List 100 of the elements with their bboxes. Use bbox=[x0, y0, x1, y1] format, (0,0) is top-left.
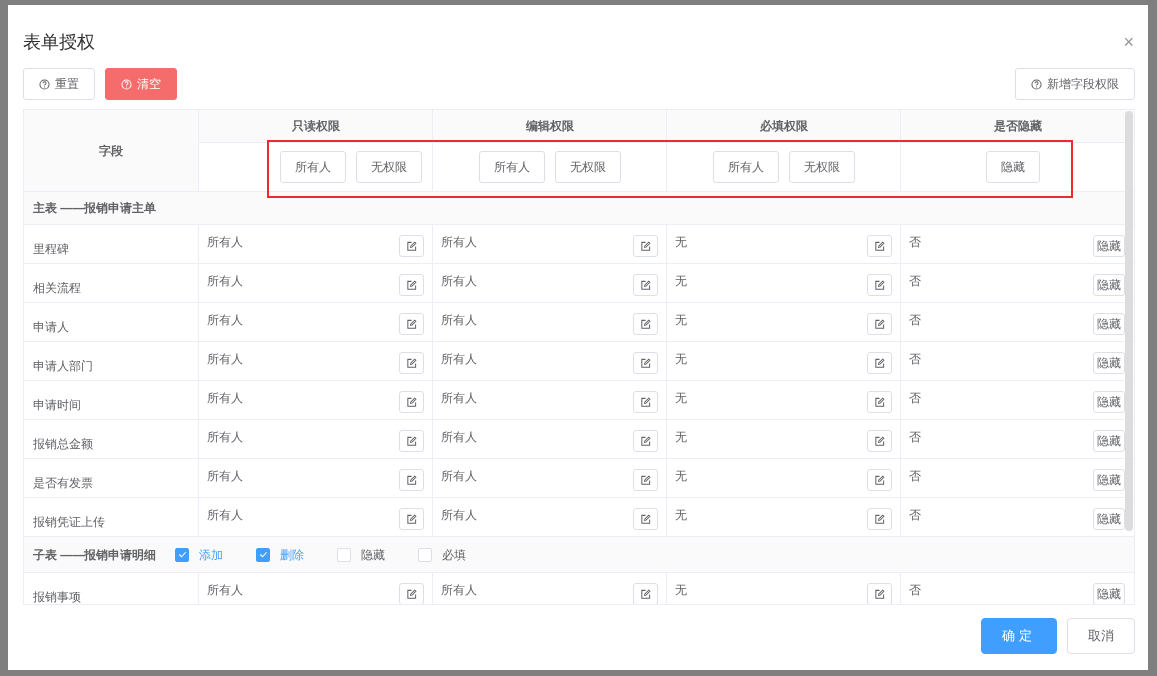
field-name: 申请人 bbox=[33, 320, 69, 334]
edit-button[interactable] bbox=[399, 235, 424, 257]
edit-button[interactable] bbox=[867, 313, 892, 335]
table-cell-text: 所有人 bbox=[207, 507, 243, 524]
edit-button[interactable] bbox=[867, 235, 892, 257]
permission-button[interactable]: 所有人 bbox=[712, 151, 779, 183]
column-header: 是否隐藏 bbox=[993, 118, 1042, 135]
edit-icon bbox=[640, 588, 651, 600]
table-cell-text: 否 bbox=[909, 507, 921, 524]
edit-button[interactable] bbox=[633, 391, 658, 413]
edit-icon bbox=[874, 240, 885, 252]
edit-icon bbox=[874, 588, 885, 600]
edit-icon bbox=[874, 279, 885, 291]
scrollbar[interactable] bbox=[1125, 111, 1133, 531]
hide-button[interactable]: 隐藏 bbox=[1093, 583, 1125, 604]
edit-icon bbox=[874, 513, 885, 525]
edit-button[interactable] bbox=[633, 235, 658, 257]
permission-button[interactable]: 无权限 bbox=[788, 151, 855, 183]
edit-icon bbox=[406, 279, 417, 291]
edit-button[interactable] bbox=[867, 469, 892, 491]
table-cell-text: 所有人 bbox=[207, 351, 243, 368]
permission-button[interactable]: 所有人 bbox=[478, 151, 545, 183]
edit-icon bbox=[406, 588, 417, 600]
hide-button[interactable]: 隐藏 bbox=[1093, 430, 1125, 452]
table-cell-text: 无 bbox=[675, 234, 687, 251]
permission-button[interactable]: 隐藏 bbox=[985, 151, 1040, 183]
table-cell-text: 所有人 bbox=[207, 273, 243, 290]
edit-button[interactable] bbox=[633, 352, 658, 374]
hide-button[interactable]: 隐藏 bbox=[1093, 469, 1125, 491]
edit-button[interactable] bbox=[399, 583, 424, 604]
edit-icon bbox=[640, 474, 651, 486]
checkbox-option[interactable]: 隐藏 bbox=[337, 545, 386, 564]
hide-button[interactable]: 隐藏 bbox=[1093, 235, 1125, 257]
table-cell-text: 无 bbox=[675, 273, 687, 290]
edit-button[interactable] bbox=[399, 352, 424, 374]
toolbar-button[interactable]: 重置 bbox=[23, 68, 95, 100]
check-icon bbox=[177, 550, 187, 559]
edit-button[interactable] bbox=[633, 274, 658, 296]
table-cell-text: 所有人 bbox=[207, 468, 243, 485]
hide-button[interactable]: 隐藏 bbox=[1093, 352, 1125, 374]
edit-icon bbox=[640, 240, 651, 252]
table-cell-text: 否 bbox=[909, 582, 921, 599]
edit-icon bbox=[874, 396, 885, 408]
edit-button[interactable] bbox=[867, 274, 892, 296]
edit-button[interactable] bbox=[867, 583, 892, 604]
edit-icon bbox=[640, 396, 651, 408]
footer-button[interactable]: 取消 bbox=[1067, 618, 1135, 654]
field-name: 申请时间 bbox=[33, 398, 81, 412]
edit-button[interactable] bbox=[399, 430, 424, 452]
edit-button[interactable] bbox=[399, 469, 424, 491]
edit-button[interactable] bbox=[867, 391, 892, 413]
edit-button[interactable] bbox=[867, 352, 892, 374]
help-icon bbox=[1031, 78, 1042, 90]
edit-button[interactable] bbox=[633, 469, 658, 491]
table-cell-text: 否 bbox=[909, 390, 921, 407]
edit-icon bbox=[874, 357, 885, 369]
dialog-title: 表单授权 bbox=[23, 30, 95, 54]
hide-button[interactable]: 隐藏 bbox=[1093, 274, 1125, 296]
permission-button[interactable]: 无权限 bbox=[554, 151, 621, 183]
checkbox[interactable] bbox=[256, 547, 271, 562]
table-cell-text: 所有人 bbox=[441, 468, 477, 485]
checkbox-option[interactable]: 必填 bbox=[418, 545, 467, 564]
edit-button[interactable] bbox=[399, 508, 424, 530]
edit-icon bbox=[640, 279, 651, 291]
table-cell-text: 无 bbox=[675, 468, 687, 485]
permission-button[interactable]: 无权限 bbox=[356, 151, 422, 183]
edit-icon bbox=[640, 318, 651, 330]
table-cell-text: 所有人 bbox=[207, 234, 243, 251]
table-cell-text: 所有人 bbox=[207, 582, 243, 599]
hide-button[interactable]: 隐藏 bbox=[1093, 313, 1125, 335]
field-name: 报销凭证上传 bbox=[33, 515, 105, 529]
edit-button[interactable] bbox=[399, 313, 424, 335]
permission-button[interactable]: 所有人 bbox=[280, 151, 346, 183]
toolbar-button[interactable]: 新增字段权限 bbox=[1015, 68, 1135, 100]
table-cell-text: 无 bbox=[675, 429, 687, 446]
table-cell-text: 所有人 bbox=[441, 273, 477, 290]
table-cell-text: 所有人 bbox=[441, 234, 477, 251]
edit-button[interactable] bbox=[633, 430, 658, 452]
edit-button[interactable] bbox=[867, 508, 892, 530]
column-header: 字段 bbox=[99, 142, 123, 160]
hide-button[interactable]: 隐藏 bbox=[1093, 508, 1125, 530]
edit-button[interactable] bbox=[399, 391, 424, 413]
field-name: 相关流程 bbox=[33, 281, 81, 295]
edit-button[interactable] bbox=[633, 313, 658, 335]
check-icon bbox=[258, 550, 268, 559]
table-cell-text: 所有人 bbox=[207, 312, 243, 329]
table-cell-text: 无 bbox=[675, 312, 687, 329]
edit-button[interactable] bbox=[399, 274, 424, 296]
edit-icon bbox=[874, 474, 885, 486]
hide-button[interactable]: 隐藏 bbox=[1093, 391, 1125, 413]
table-cell-text: 无 bbox=[675, 582, 687, 599]
section-title: 子表 ——报销申请明细 bbox=[33, 546, 157, 564]
edit-button[interactable] bbox=[867, 430, 892, 452]
table-cell-text: 否 bbox=[909, 234, 921, 251]
edit-icon bbox=[406, 474, 417, 486]
edit-button[interactable] bbox=[633, 583, 658, 604]
edit-icon bbox=[874, 435, 885, 447]
checkbox[interactable] bbox=[175, 547, 190, 562]
edit-button[interactable] bbox=[633, 508, 658, 530]
table-cell-text: 无 bbox=[675, 351, 687, 368]
